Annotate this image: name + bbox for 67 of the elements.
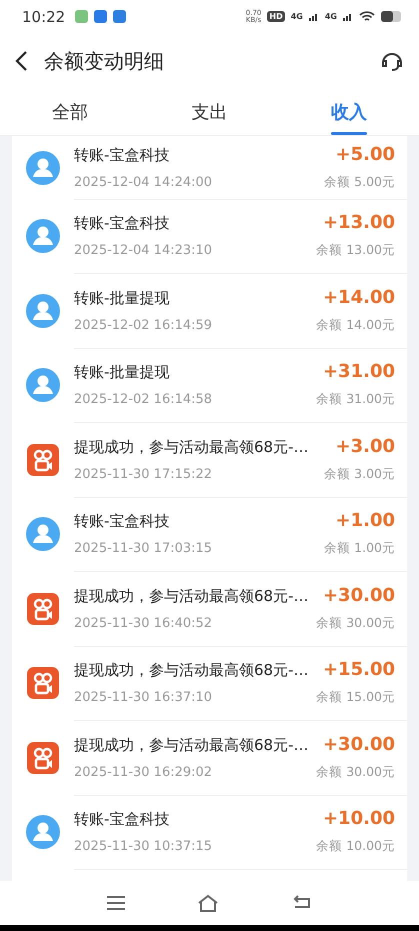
record-time: 2025-11-30 17:03:15 (74, 541, 212, 556)
record-title: 提现成功，参与活动最高领68元-… (74, 736, 308, 755)
amount: +5.00 (336, 144, 395, 164)
app-notification-icon (113, 10, 126, 23)
record-time: 2025-11-30 10:37:15 (74, 839, 212, 854)
user-avatar-icon (26, 150, 60, 184)
amount: +31.00 (322, 361, 395, 382)
balance: 余额 31.00元 (316, 391, 395, 408)
app-notification-icon (75, 10, 88, 23)
amount: +14.00 (322, 286, 395, 308)
app-logo-icon (27, 444, 59, 476)
balance: 余额 30.00元 (316, 764, 395, 781)
record-title: 转账-宝盒科技 (74, 214, 170, 234)
record-time: 2025-12-02 16:14:59 (74, 318, 212, 333)
amount: +10.00 (322, 808, 395, 830)
menu-icon[interactable] (106, 895, 126, 911)
record-time: 2025-12-04 14:23:10 (74, 243, 212, 258)
balance: 余额 1.00元 (324, 540, 395, 558)
record-title: 转账-批量提现 (74, 363, 170, 382)
balance: 余额 14.00元 (316, 316, 395, 334)
app-logo-icon (27, 592, 59, 625)
amount: +1.00 (336, 510, 395, 532)
user-avatar-icon (26, 815, 60, 850)
balance: 余额 5.00元 (324, 174, 395, 190)
tab[interactable]: 收入 (279, 89, 419, 135)
user-avatar-icon (26, 219, 60, 254)
network-type: 4G (324, 12, 337, 21)
signal-icon (308, 12, 319, 21)
clock: 10:22 (22, 8, 66, 26)
network-type: 4G (290, 12, 303, 21)
record-title: 转账-宝盒科技 (74, 146, 170, 164)
balance: 余额 30.00元 (316, 614, 395, 632)
balance: 余额 13.00元 (316, 242, 395, 260)
balance: 余额 15.00元 (316, 689, 395, 706)
balance: 余额 3.00元 (324, 466, 395, 483)
amount: +30.00 (322, 584, 395, 606)
app-notification-icon (94, 10, 108, 23)
record-title: 提现成功，参与活动最高领68元-… (74, 586, 308, 606)
record-title: 提现成功，参与活动最高领68元-… (74, 438, 308, 457)
record-title: 转账-宝盒科技 (74, 810, 170, 830)
record-time: 2025-11-30 17:15:22 (74, 466, 212, 482)
page-title: 余额变动明细 (44, 48, 165, 74)
record-time: 2025-11-30 16:29:02 (74, 764, 212, 780)
record-time: 2025-11-30 16:37:10 (74, 690, 212, 706)
signal-icon (343, 12, 353, 21)
amount: +13.00 (322, 212, 395, 234)
amount: +3.00 (336, 436, 395, 457)
user-avatar-icon (26, 368, 60, 402)
home-icon[interactable] (197, 894, 220, 912)
tab[interactable]: 支出 (140, 89, 280, 135)
record-time: 2025-12-02 16:14:58 (74, 392, 212, 408)
record-title: 转账-宝盒科技 (74, 512, 170, 532)
amount: +30.00 (322, 734, 395, 755)
record-title: 提现成功，参与活动最高领68元-… (74, 661, 308, 680)
app-logo-icon (27, 742, 59, 774)
record-title: 转账-批量提现 (74, 288, 170, 308)
hd-badge: HD (267, 11, 285, 22)
user-avatar-icon (26, 517, 60, 552)
wifi-icon (359, 10, 375, 22)
battery-icon (381, 11, 403, 22)
user-avatar-icon (26, 294, 60, 328)
tab[interactable]: 全部 (0, 89, 140, 135)
record-time: 2025-12-04 14:24:00 (74, 174, 212, 190)
balance: 余额 10.00元 (316, 838, 395, 856)
amount: +15.00 (322, 659, 395, 680)
record-time: 2025-11-30 16:40:52 (74, 616, 212, 631)
app-logo-icon (27, 667, 59, 700)
